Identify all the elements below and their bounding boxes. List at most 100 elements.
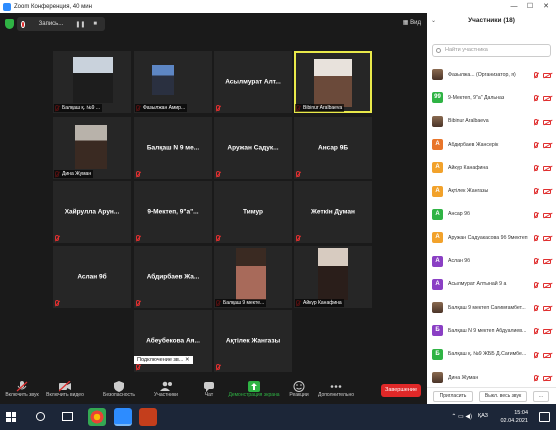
- participant-video-tile[interactable]: 9-Мектеп, 9"а"...: [134, 181, 212, 243]
- muted-mic-icon: [534, 188, 538, 195]
- participant-name: 9-Мектеп, 9"а" Дальназ: [448, 94, 505, 101]
- clock-date: 02.04.2021: [500, 418, 528, 424]
- muted-mic-icon: [136, 364, 140, 370]
- participant-list-item[interactable]: Bibinur Aralbaeva: [427, 110, 556, 133]
- reactions-button[interactable]: Реакции: [286, 379, 312, 398]
- participant-list-item[interactable]: А Айкүр Канафина: [427, 156, 556, 179]
- participant-video-tile[interactable]: Тимур: [214, 181, 292, 243]
- participant-video-tile[interactable]: Дина Жуман: [53, 117, 131, 179]
- encryption-shield-icon[interactable]: [5, 19, 14, 29]
- window-controls: — ☐ ✕: [506, 0, 554, 13]
- participant-video-tile[interactable]: Балқаш қ. №9 ...: [53, 51, 131, 113]
- input-language[interactable]: ҚАЗ: [478, 413, 488, 419]
- participant-tile-label: Дина Жуман: [54, 170, 94, 178]
- zoom-taskbar-icon[interactable]: [114, 408, 132, 426]
- pause-recording-button[interactable]: ❚❚: [75, 21, 85, 28]
- share-screen-button[interactable]: Демонстрация экрана: [226, 379, 282, 398]
- zoom-logo-icon: [3, 2, 11, 11]
- participant-avatar: [432, 302, 443, 314]
- participant-avatar: А: [432, 278, 443, 290]
- unmute-label: Включить звук: [5, 392, 39, 398]
- participant-tile-name: Аружан Садук...: [227, 144, 279, 152]
- close-window-button[interactable]: ✕: [538, 0, 554, 13]
- participant-name: Bibinur Aralbaeva: [448, 118, 489, 125]
- participant-list-item[interactable]: А Аружан Садуакасова 9б 9мектеп: [427, 226, 556, 249]
- participant-video-tile[interactable]: Балқаш 9 мекте...: [214, 246, 292, 308]
- participant-list-item[interactable]: Б Балқаш қ. №9 ЖББ Д.Сағимбе...: [427, 343, 556, 366]
- muted-mic-icon: [296, 171, 300, 177]
- minimize-button[interactable]: —: [506, 0, 522, 13]
- muted-mic-icon: [136, 171, 140, 177]
- participants-button[interactable]: Участники: [150, 379, 182, 398]
- participant-video-tile[interactable]: Ақтілек Жангазы: [214, 310, 292, 372]
- dismiss-icon[interactable]: ✕: [185, 357, 190, 363]
- participant-list-item[interactable]: А Асылмурат Алтынай 9 а: [427, 273, 556, 296]
- participant-list-item[interactable]: А Ақтілек Жангазы: [427, 179, 556, 202]
- participant-list-item[interactable]: А Абдирбаев Жансерік: [427, 133, 556, 156]
- muted-mic-icon: [55, 300, 59, 306]
- end-meeting-button[interactable]: Завершение: [381, 384, 421, 397]
- participants-panel-title: Участники (18): [468, 17, 515, 24]
- panel-more-button[interactable]: ...: [533, 391, 549, 402]
- participant-list-item[interactable]: А Ансар 9б: [427, 203, 556, 226]
- stop-recording-button[interactable]: ■: [93, 21, 97, 27]
- participant-video-feed: [73, 57, 113, 103]
- maximize-button[interactable]: ☐: [522, 0, 538, 13]
- muted-mic-icon: [216, 105, 220, 111]
- participant-avatar: А: [432, 162, 443, 174]
- chat-button[interactable]: Чат: [198, 379, 220, 398]
- windows-start-icon[interactable]: [6, 412, 16, 422]
- participant-tile-name: Абдирбаев Жа...: [146, 273, 200, 281]
- start-video-label: Включить видео: [46, 392, 84, 398]
- muted-mic-icon: [534, 235, 538, 242]
- participant-video-tile[interactable]: Аружан Садук...: [214, 117, 292, 179]
- video-off-icon: [543, 329, 551, 335]
- participant-video-tile[interactable]: Ансар 9Б: [294, 117, 372, 179]
- participant-name: Аружан Садуакасова 9б 9мектеп: [448, 234, 528, 241]
- participant-list-item[interactable]: Фазылжа... (Организатор, я): [427, 63, 556, 86]
- powerpoint-taskbar-icon[interactable]: [139, 408, 157, 426]
- participant-video-tile[interactable]: Аслан 9б: [53, 246, 131, 308]
- title-bar: Zoom Конференция, 40 мин — ☐ ✕: [0, 0, 556, 13]
- chrome-taskbar-icon[interactable]: [88, 408, 106, 426]
- view-button[interactable]: ▦ Вид: [403, 19, 421, 26]
- taskbar-clock[interactable]: 15:04 02.04.2021: [500, 409, 528, 425]
- participant-search-input[interactable]: Найти участника: [432, 44, 551, 57]
- invite-button[interactable]: Пригласить: [433, 391, 473, 402]
- participant-video-tile[interactable]: Bibinur Aralbaeva: [294, 51, 372, 113]
- participant-name: Асылмурат Алтынай 9 а: [448, 281, 507, 288]
- search-icon: [436, 48, 441, 53]
- task-view-icon[interactable]: [62, 412, 73, 421]
- participant-video-tile[interactable]: Асылмурат Алт...: [214, 51, 292, 113]
- mute-all-button[interactable]: Выкл. весь звук: [479, 391, 527, 402]
- participant-list-item[interactable]: Балқаш 9 мектеп Сағимғамбет...: [427, 296, 556, 319]
- meeting-toolbar: Включить звук Включить видео Безопасност…: [0, 377, 427, 404]
- more-button[interactable]: Дополнительно: [316, 379, 356, 398]
- participant-video-tile[interactable]: Балқаш N 9 ме...: [134, 117, 212, 179]
- recording-dot-icon: [21, 20, 25, 28]
- start-video-button[interactable]: Включить видео: [46, 379, 84, 398]
- participant-list-item[interactable]: Дина Жуман: [427, 366, 556, 389]
- video-off-icon: [543, 236, 551, 242]
- video-off-icon: [543, 189, 551, 195]
- tray-icons[interactable]: ⌃ ▭ ◀): [451, 413, 472, 420]
- taskbar-search-icon[interactable]: [36, 412, 45, 421]
- participant-list-item[interactable]: Б Балқаш N 9 мектеп Абдуалиев...: [427, 319, 556, 342]
- participant-list-item[interactable]: 99 9-Мектеп, 9"а" Дальназ: [427, 86, 556, 109]
- participant-list-item[interactable]: А Аслан 9б: [427, 249, 556, 272]
- participant-video-tile[interactable]: Хайрулла Арун...: [53, 181, 131, 243]
- video-off-icon: [543, 259, 551, 265]
- security-button[interactable]: Безопасность: [103, 379, 135, 398]
- recording-label: Запись...: [38, 21, 64, 27]
- participant-tile-name: Балқаш N 9 ме...: [146, 144, 200, 152]
- notifications-icon[interactable]: [539, 412, 550, 422]
- participant-video-tile[interactable]: Айкүр Канафина: [294, 246, 372, 308]
- participants-label: Участники: [154, 392, 178, 398]
- participant-name: Аслан 9б: [448, 258, 471, 265]
- participant-video-tile[interactable]: Жеткін Думан: [294, 181, 372, 243]
- muted-mic-icon: [216, 364, 220, 370]
- muted-mic-icon: [136, 235, 140, 241]
- participant-video-tile[interactable]: Абдирбаев Жа...: [134, 246, 212, 308]
- participant-video-tile[interactable]: Фазылжан Амир...: [134, 51, 212, 113]
- unmute-button[interactable]: Включить звук: [4, 379, 40, 398]
